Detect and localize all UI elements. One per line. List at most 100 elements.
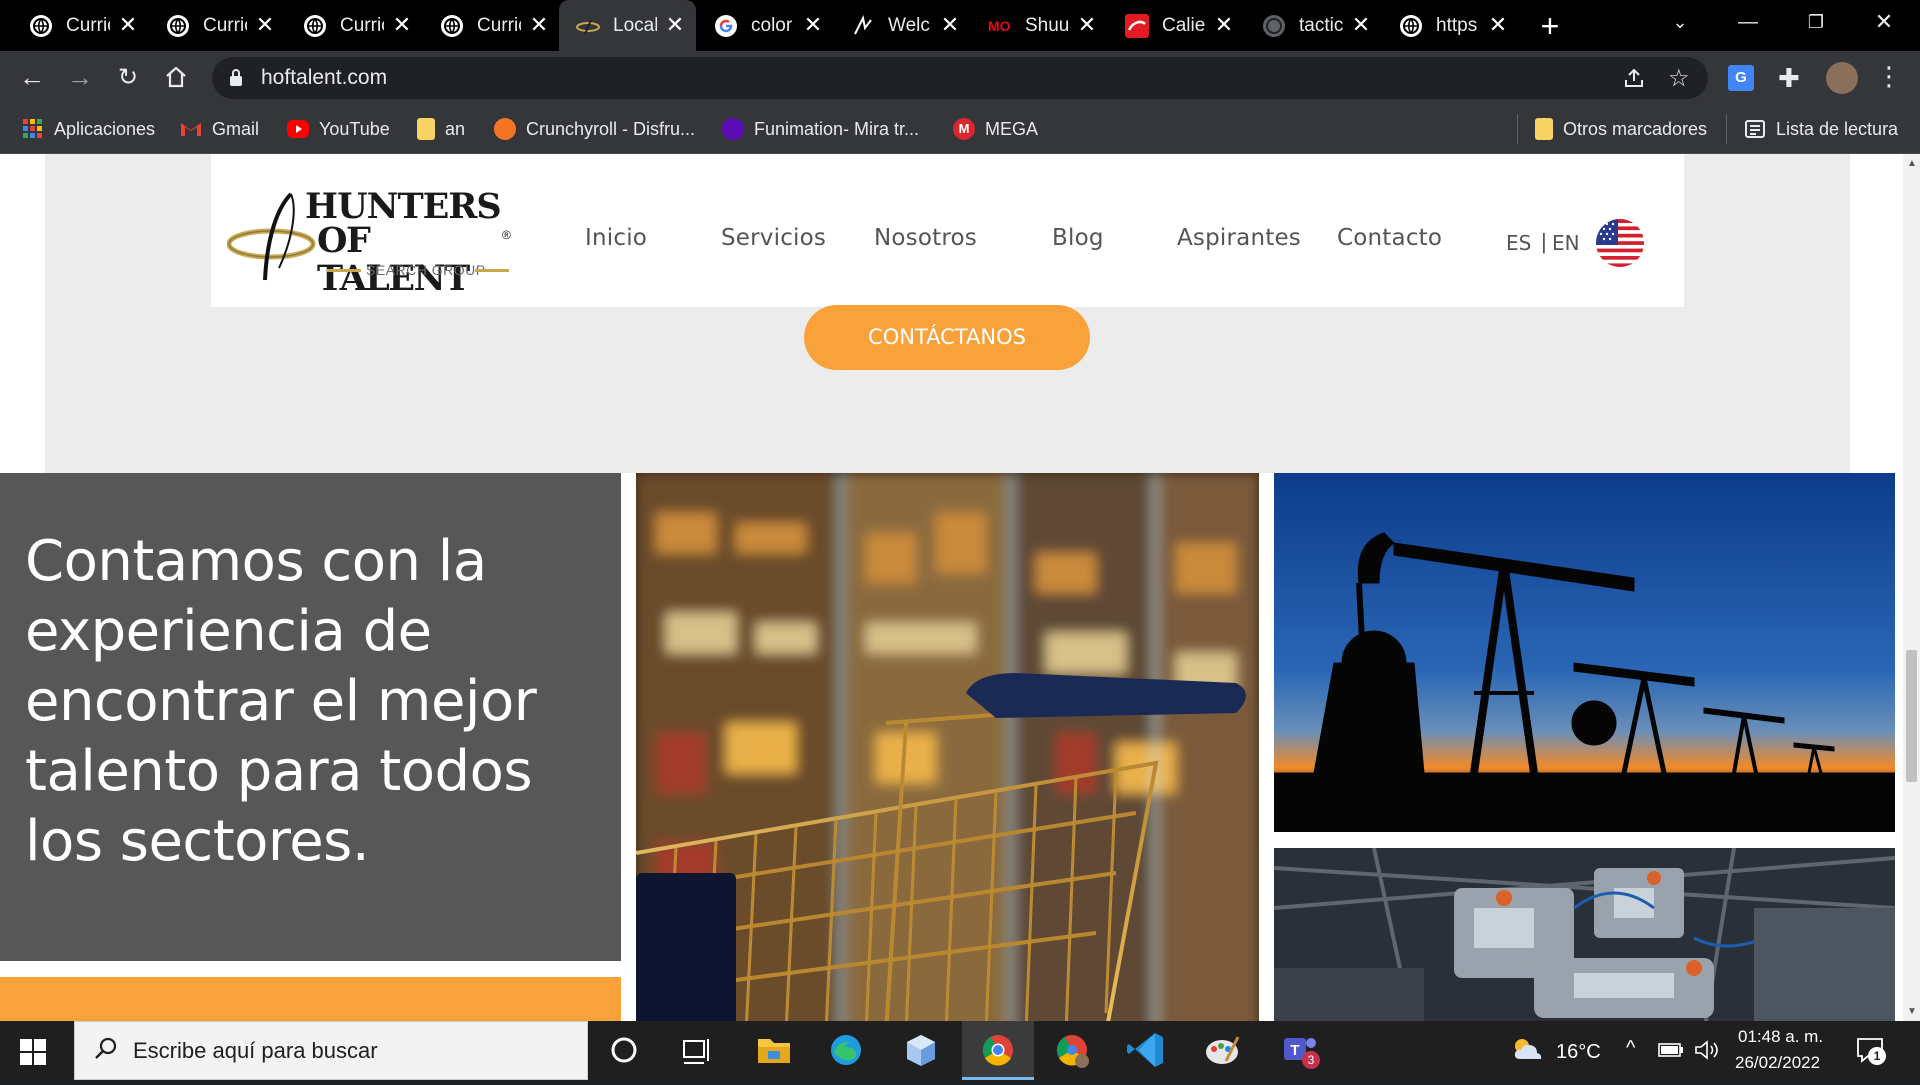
nav-contacto[interactable]: Contacto [1337, 224, 1442, 252]
bookmark-label: YouTube [319, 118, 390, 139]
address-bar[interactable]: hoftalent.com ☆ [212, 57, 1708, 99]
site-logo[interactable]: HUNTERS OF TALENT ® SEARCH GROUP [227, 188, 511, 298]
temperature-text[interactable]: 16°C [1556, 1041, 1601, 1064]
tab[interactable]: Welc ✕ [833, 0, 970, 51]
bookmark-gmail[interactable]: Gmail [180, 116, 259, 142]
task-view-button[interactable] [660, 1021, 732, 1080]
nav-aspirantes[interactable]: Aspirantes [1177, 224, 1301, 252]
chrome-icon[interactable] [962, 1021, 1034, 1080]
site-header: HUNTERS OF TALENT ® SEARCH GROUP Inicio … [211, 154, 1684, 307]
tab[interactable]: https ✕ [1381, 0, 1518, 51]
paint-icon[interactable] [1186, 1021, 1258, 1080]
tab[interactable]: Curric ✕ [411, 0, 548, 51]
close-icon[interactable]: ✕ [802, 12, 824, 38]
minimize-button[interactable]: — [1718, 0, 1778, 44]
folder-icon [417, 118, 435, 140]
youtube-icon [287, 120, 309, 138]
folder-icon [1535, 118, 1553, 140]
logo-line2: OF TALENT [317, 220, 470, 299]
close-icon[interactable]: ✕ [528, 12, 550, 38]
nav-blog[interactable]: Blog [1052, 224, 1104, 252]
search-placeholder: Escribe aquí para buscar [133, 1038, 378, 1063]
tab-active[interactable]: Local ✕ [559, 0, 696, 51]
lang-separator: | [1541, 229, 1547, 254]
close-window-button[interactable]: ✕ [1854, 0, 1914, 44]
chrome-profile-icon[interactable] [1036, 1021, 1108, 1080]
tab[interactable]: Curric ✕ [137, 0, 274, 51]
reload-button[interactable]: ↻ [106, 51, 150, 104]
tab[interactable]: tactic ✕ [1244, 0, 1381, 51]
avatar[interactable] [1826, 62, 1858, 94]
star-icon[interactable]: ☆ [1668, 64, 1690, 93]
battery-icon[interactable] [1658, 1042, 1684, 1063]
lock-icon[interactable] [228, 68, 244, 93]
translate-icon[interactable]: G [1728, 65, 1754, 91]
bookmark-funimation[interactable]: Funimation- Mira tr... [722, 116, 919, 142]
clock-time[interactable]: 01:48 a. m. [1738, 1027, 1823, 1047]
windows-start-icon[interactable] [20, 1039, 46, 1070]
reading-list[interactable]: Lista de lectura [1744, 116, 1898, 142]
bookmark-apps[interactable]: Aplicaciones [22, 116, 155, 142]
svg-text:T: T [1290, 1042, 1299, 1059]
nav-nosotros[interactable]: Nosotros [874, 224, 977, 252]
tab[interactable]: Curric ✕ [0, 0, 137, 51]
close-icon[interactable]: ✕ [117, 12, 139, 38]
scroll-thumb[interactable] [1906, 650, 1917, 782]
cortana-button[interactable] [588, 1021, 660, 1080]
restore-button[interactable]: ❐ [1786, 0, 1846, 44]
divider [1726, 114, 1727, 144]
tab[interactable]: Curric ✕ [274, 0, 411, 51]
chevron-up-icon[interactable]: ^ [1626, 1037, 1635, 1060]
forward-button[interactable]: → [58, 51, 102, 104]
bookmark-mega[interactable]: M MEGA [953, 116, 1038, 142]
tab-label: color [751, 15, 793, 36]
url-text[interactable]: hoftalent.com [261, 67, 387, 89]
lang-en[interactable]: EN [1552, 231, 1580, 255]
bookmark-folder-an[interactable]: an [417, 116, 465, 142]
edge-icon[interactable] [810, 1021, 882, 1080]
home-button[interactable] [154, 51, 198, 104]
extensions-icon[interactable]: ✚ [1778, 63, 1800, 94]
us-flag-icon[interactable] [1596, 219, 1644, 267]
close-icon[interactable]: ✕ [1213, 12, 1235, 38]
close-icon[interactable]: ✕ [1487, 12, 1509, 38]
tab-label: Local [613, 15, 657, 36]
tab[interactable]: color ✕ [696, 0, 833, 51]
other-bookmarks[interactable]: Otros marcadores [1535, 116, 1707, 142]
notifications-icon[interactable]: 1 [1856, 1037, 1886, 1068]
page-scrollbar[interactable]: ▲ ▼ [1903, 154, 1920, 1022]
back-button[interactable]: ← [10, 51, 54, 104]
scroll-up-icon[interactable]: ▲ [1907, 158, 1917, 169]
bookmark-label: an [445, 118, 466, 139]
bookmark-crunchyroll[interactable]: Crunchyroll - Disfru... [494, 116, 695, 142]
close-icon[interactable]: ✕ [1350, 12, 1372, 38]
tab-search-button[interactable]: ⌄ [1650, 0, 1710, 44]
contact-cta-button[interactable]: CONTÁCTANOS [804, 305, 1090, 370]
3d-box-app-icon[interactable] [885, 1021, 957, 1080]
tab[interactable]: Calie ✕ [1107, 0, 1244, 51]
volume-icon[interactable] [1694, 1039, 1720, 1066]
share-icon[interactable] [1622, 66, 1646, 95]
close-icon[interactable]: ✕ [391, 12, 413, 38]
logo-line3: SEARCH GROUP [366, 262, 486, 278]
logo-rule [475, 269, 509, 272]
file-explorer-icon[interactable] [738, 1021, 810, 1080]
nav-servicios[interactable]: Servicios [721, 224, 826, 252]
lang-es[interactable]: ES [1506, 231, 1531, 255]
bookmark-youtube[interactable]: YouTube [287, 116, 390, 142]
clock-date[interactable]: 26/02/2022 [1735, 1053, 1820, 1073]
nav-inicio[interactable]: Inicio [585, 224, 647, 252]
close-icon[interactable]: ✕ [664, 12, 686, 38]
close-icon[interactable]: ✕ [254, 12, 276, 38]
weather-icon[interactable] [1510, 1035, 1544, 1070]
scroll-down-icon[interactable]: ▼ [1907, 1006, 1917, 1017]
tab[interactable]: MO Shuu ✕ [970, 0, 1107, 51]
teams-icon[interactable]: T 3 [1262, 1021, 1334, 1080]
close-icon[interactable]: ✕ [939, 12, 961, 38]
taskbar-search[interactable]: Escribe aquí para buscar [74, 1021, 588, 1080]
close-icon[interactable]: ✕ [1076, 12, 1098, 38]
vscode-icon[interactable] [1111, 1021, 1183, 1080]
new-tab-button[interactable]: + [1532, 8, 1568, 44]
notifications-count: 1 [1868, 1047, 1886, 1065]
menu-icon[interactable]: ⋮ [1876, 61, 1902, 91]
